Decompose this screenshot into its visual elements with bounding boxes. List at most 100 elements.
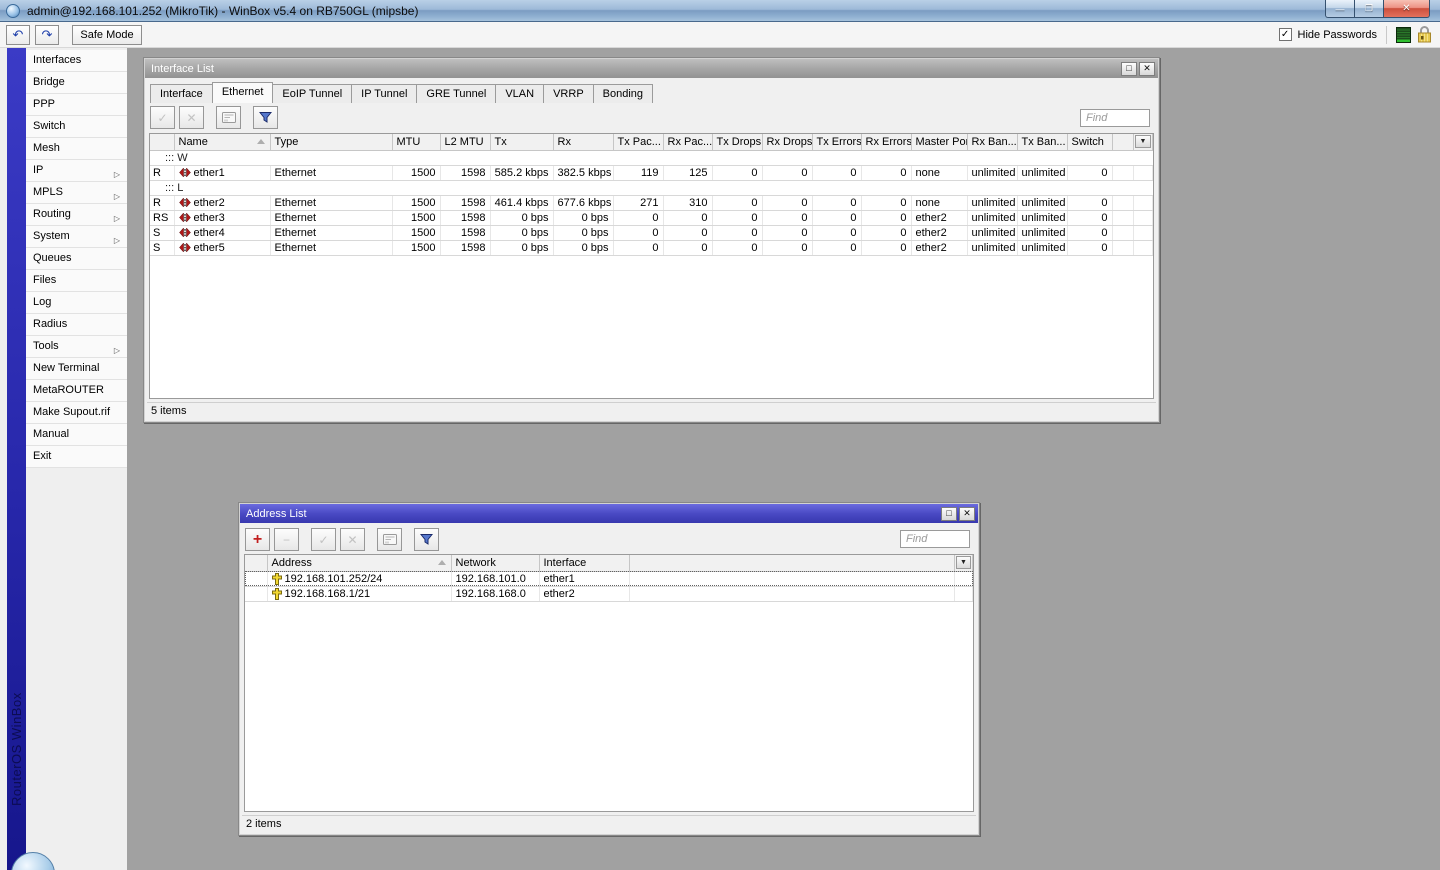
column-header-interface[interactable]: Interface bbox=[539, 555, 630, 572]
interface-list-maximize-button[interactable]: □ bbox=[1121, 61, 1137, 76]
interface-row[interactable]: R ether2 Ethernet 1500 1598 461.4 kbps 6… bbox=[150, 195, 1153, 211]
column-header-rx-packet[interactable]: Rx Pac... bbox=[663, 134, 713, 151]
maximize-icon: ❐ bbox=[1364, 3, 1374, 13]
sidebar-item-routing[interactable]: Routing ▷ bbox=[26, 204, 127, 226]
sidebar-item-tools[interactable]: Tools ▷ bbox=[26, 336, 127, 358]
column-header-master-port[interactable]: Master Port bbox=[911, 134, 968, 151]
disable-button[interactable]: ✕ bbox=[340, 528, 365, 551]
undo-icon: ↶ bbox=[12, 26, 24, 42]
column-header-name[interactable]: Name bbox=[174, 134, 271, 151]
column-selector-dropdown[interactable]: ▼ bbox=[1135, 135, 1151, 149]
enable-button[interactable]: ✓ bbox=[311, 528, 336, 551]
remove-button[interactable]: − bbox=[274, 528, 299, 551]
sidebar-item-make-supout[interactable]: Make Supout.rif bbox=[26, 402, 127, 424]
interface-row[interactable]: S ether4 Ethernet 1500 1598 0 bps 0 bps … bbox=[150, 225, 1153, 241]
titlebar[interactable]: admin@192.168.101.252 (MikroTik) - WinBo… bbox=[0, 0, 1440, 22]
address-row[interactable]: 192.168.101.252/24 192.168.101.0 ether1 bbox=[245, 571, 973, 587]
redo-button[interactable]: ↷ bbox=[35, 24, 59, 45]
tab-vrrp[interactable]: VRRP bbox=[543, 84, 594, 103]
maximize-button[interactable]: ❐ bbox=[1355, 0, 1384, 18]
address-list-maximize-button[interactable]: □ bbox=[941, 506, 957, 521]
interface-list-titlebar[interactable]: Interface List □ ✕ bbox=[145, 59, 1158, 78]
sidebar-item-queues[interactable]: Queues bbox=[26, 248, 127, 270]
column-header-tx-bandwidth[interactable]: Tx Ban... bbox=[1017, 134, 1068, 151]
comment-icon bbox=[382, 534, 397, 545]
interface-row[interactable]: S ether5 Ethernet 1500 1598 0 bps 0 bps … bbox=[150, 240, 1153, 256]
interface-list-close-button[interactable]: ✕ bbox=[1139, 61, 1155, 76]
maximize-icon: □ bbox=[1126, 63, 1132, 73]
sidebar-item-system[interactable]: System ▷ bbox=[26, 226, 127, 248]
interface-list-status: 5 items bbox=[147, 402, 1156, 419]
column-header-rx-drops[interactable]: Rx Drops bbox=[762, 134, 813, 151]
tab-interface[interactable]: Interface bbox=[150, 84, 213, 103]
tab-ip-tunnel[interactable]: IP Tunnel bbox=[351, 84, 418, 103]
disable-icon: ✕ bbox=[347, 532, 358, 547]
sidebar-item-switch[interactable]: Switch bbox=[26, 116, 127, 138]
sidebar-item-metarouter[interactable]: MetaROUTER bbox=[26, 380, 127, 402]
sidebar-item-ppp[interactable]: PPP bbox=[26, 94, 127, 116]
filter-button[interactable] bbox=[414, 528, 439, 551]
address-list-close-button[interactable]: ✕ bbox=[959, 506, 975, 521]
sidebar-item-exit[interactable]: Exit bbox=[26, 446, 127, 468]
add-button[interactable]: + bbox=[245, 528, 270, 551]
minimize-button[interactable]: — bbox=[1325, 0, 1355, 18]
comment-button[interactable] bbox=[216, 106, 241, 129]
interface-row[interactable]: RS ether3 Ethernet 1500 1598 0 bps 0 bps… bbox=[150, 210, 1153, 226]
tab-gre-tunnel[interactable]: GRE Tunnel bbox=[416, 84, 497, 103]
sidebar-item-new-terminal[interactable]: New Terminal bbox=[26, 358, 127, 380]
tab-vlan[interactable]: VLAN bbox=[495, 84, 545, 103]
comment-button[interactable] bbox=[377, 528, 402, 551]
address-list-titlebar[interactable]: Address List □ ✕ bbox=[240, 504, 978, 523]
sidebar-item-radius[interactable]: Radius bbox=[26, 314, 127, 336]
comment-row[interactable]: ::: W bbox=[150, 150, 1153, 166]
undo-button[interactable]: ↶ bbox=[6, 24, 30, 45]
column-header-tx-drops[interactable]: Tx Drops bbox=[712, 134, 763, 151]
sidebar-item-ip[interactable]: IP ▷ bbox=[26, 160, 127, 182]
sidebar-item-mesh[interactable]: Mesh bbox=[26, 138, 127, 160]
address-icon bbox=[271, 587, 282, 600]
filter-button[interactable] bbox=[253, 106, 278, 129]
hide-passwords-checkbox[interactable]: ✓ bbox=[1278, 28, 1292, 41]
column-header-tx-packet[interactable]: Tx Pac... bbox=[613, 134, 664, 151]
column-header-network[interactable]: Network bbox=[451, 555, 540, 572]
column-header-rx-errors[interactable]: Rx Errors bbox=[861, 134, 912, 151]
address-row[interactable]: 192.168.168.1/21 192.168.168.0 ether2 bbox=[245, 586, 973, 602]
column-header-rx-bandwidth[interactable]: Rx Ban... bbox=[967, 134, 1018, 151]
column-header-l2mtu[interactable]: L2 MTU bbox=[440, 134, 491, 151]
tab-eoip-tunnel[interactable]: EoIP Tunnel bbox=[272, 84, 353, 103]
interface-list-window: Interface List □ ✕ Interface Ethernet Eo… bbox=[143, 57, 1160, 423]
interface-row[interactable]: R ether1 Ethernet 1500 1598 585.2 kbps 3… bbox=[150, 165, 1153, 181]
hide-passwords-label: Hide Passwords bbox=[1297, 28, 1377, 41]
enable-button[interactable]: ✓ bbox=[150, 106, 175, 129]
tab-ethernet[interactable]: Ethernet bbox=[211, 82, 274, 103]
close-button[interactable]: ✕ bbox=[1384, 0, 1430, 18]
sidebar-item-interfaces[interactable]: Interfaces bbox=[26, 50, 127, 72]
address-list-window: Address List □ ✕ + − ✓ ✕ Find Address Ne… bbox=[238, 502, 980, 836]
column-header-type[interactable]: Type bbox=[270, 134, 393, 151]
column-header-switch[interactable]: Switch bbox=[1067, 134, 1113, 151]
column-header-flags[interactable] bbox=[245, 555, 268, 572]
column-selector-dropdown[interactable]: ▼ bbox=[956, 556, 971, 570]
column-header-rx[interactable]: Rx bbox=[553, 134, 614, 151]
comment-icon bbox=[221, 112, 236, 123]
sidebar-item-files[interactable]: Files bbox=[26, 270, 127, 292]
column-header-tx-errors[interactable]: Tx Errors bbox=[812, 134, 862, 151]
find-input[interactable] bbox=[900, 530, 970, 548]
sidebar-item-bridge[interactable]: Bridge bbox=[26, 72, 127, 94]
column-header-mtu[interactable]: MTU bbox=[392, 134, 441, 151]
find-input[interactable] bbox=[1080, 109, 1150, 127]
interface-icon bbox=[178, 213, 191, 222]
column-header-flags[interactable] bbox=[150, 134, 175, 151]
address-list-title: Address List bbox=[246, 507, 307, 520]
column-header-address[interactable]: Address bbox=[267, 555, 452, 572]
column-header-tx[interactable]: Tx bbox=[490, 134, 554, 151]
tab-bonding[interactable]: Bonding bbox=[592, 84, 654, 103]
safe-mode-button[interactable]: Safe Mode bbox=[72, 24, 142, 45]
sidebar-item-manual[interactable]: Manual bbox=[26, 424, 127, 446]
address-table-header: Address Network Interface ▼ bbox=[245, 555, 973, 572]
sidebar-item-mpls[interactable]: MPLS ▷ bbox=[26, 182, 127, 204]
comment-row[interactable]: ::: L bbox=[150, 180, 1153, 196]
disable-button[interactable]: ✕ bbox=[179, 106, 204, 129]
window-controls: — ❐ ✕ bbox=[1325, 0, 1430, 18]
sidebar-item-log[interactable]: Log bbox=[26, 292, 127, 314]
